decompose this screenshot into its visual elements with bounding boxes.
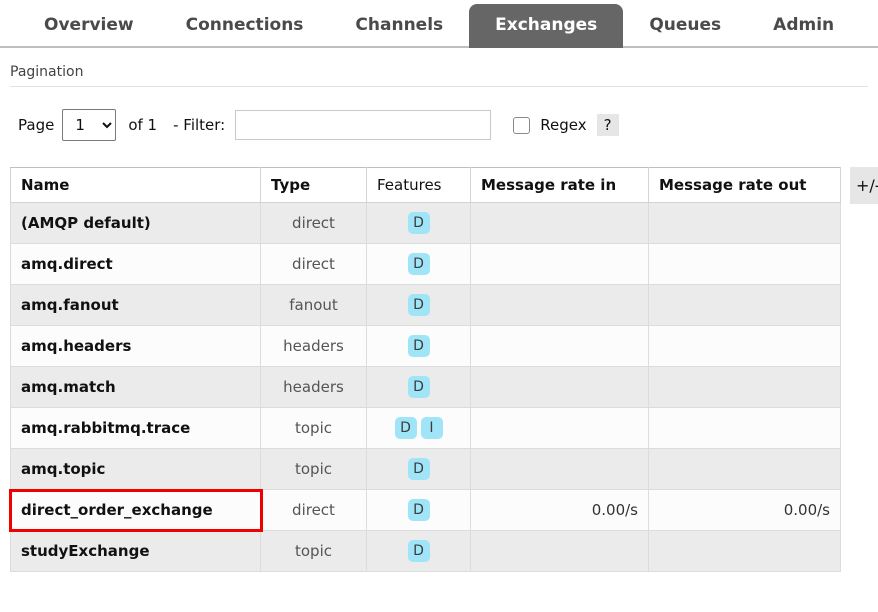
regex-help-icon[interactable]: ? [597,114,619,136]
message-rate-in-value: 0.00/s [471,490,649,531]
exchange-type: direct [261,203,367,244]
message-rate-in-value [471,244,649,285]
exchange-type: headers [261,326,367,367]
message-rate-in-value [471,449,649,490]
exchange-features: D [367,203,471,244]
regex-label: Regex [540,116,586,134]
nav-tab-admin[interactable]: Admin [747,4,860,48]
feature-badge-d[interactable]: D [408,540,430,562]
exchanges-table: NameTypeFeaturesMessage rate inMessage r… [10,167,841,572]
table-row: amq.rabbitmq.tracetopicDI [11,408,841,449]
exchange-name-link[interactable]: amq.headers [11,326,261,367]
regex-checkbox[interactable] [513,117,530,134]
message-rate-out-value [649,449,841,490]
filter-input[interactable] [235,110,491,140]
message-rate-in-value [471,531,649,572]
message-rate-in-value [471,326,649,367]
exchange-features: D [367,531,471,572]
pagination-heading: Pagination [10,48,868,87]
table-row: amq.fanoutfanout D [11,285,841,326]
page-label: Page [18,116,54,134]
exchange-type: headers [261,367,367,408]
filter-controls-row: Page 1 of 1 - Filter: Regex ? [10,87,868,141]
table-head: NameTypeFeaturesMessage rate inMessage r… [11,168,841,203]
exchange-features: D [367,326,471,367]
exchange-features: D [367,244,471,285]
table-row: studyExchangetopic D [11,531,841,572]
message-rate-in-value [471,285,649,326]
message-rate-in-value [471,408,649,449]
column-header-name[interactable]: Name [11,168,261,203]
feature-badge-d[interactable]: D [408,335,430,357]
nav-tab-channels[interactable]: Channels [329,4,469,48]
exchange-features: D [367,449,471,490]
message-rate-out-value [649,244,841,285]
feature-badge-d[interactable]: D [408,212,430,234]
exchange-type: direct [261,490,367,531]
exchange-features: DI [367,408,471,449]
table-row: direct_order_exchangedirect D 0.00/s0.00/s [11,490,841,531]
exchange-name-link[interactable]: (AMQP default) [11,203,261,244]
table-row: amq.headersheaders D [11,326,841,367]
exchange-features: D [367,285,471,326]
exchange-type: fanout [261,285,367,326]
message-rate-out-value [649,367,841,408]
table-row: amq.directdirect D [11,244,841,285]
main-nav-tabbar: OverviewConnectionsChannelsExchangesQueu… [0,0,878,48]
message-rate-out-value [649,326,841,367]
message-rate-out-value [649,408,841,449]
exchange-name-link[interactable]: studyExchange [11,531,261,572]
table-row: (AMQP default)direct D [11,203,841,244]
column-header-message-rate-out[interactable]: Message rate out [649,168,841,203]
exchange-type: topic [261,449,367,490]
feature-badge-d[interactable]: D [395,417,417,439]
exchange-name-link[interactable]: amq.rabbitmq.trace [11,408,261,449]
feature-badge-i[interactable]: I [421,417,443,439]
feature-badge-d[interactable]: D [408,253,430,275]
exchange-features: D [367,490,471,531]
exchange-name-link[interactable]: amq.direct [11,244,261,285]
filter-label: - Filter: [173,116,225,134]
table-row: amq.matchheaders D [11,367,841,408]
page-select[interactable]: 1 [62,109,116,141]
feature-badge-d[interactable]: D [408,376,430,398]
nav-tab-queues[interactable]: Queues [623,4,747,48]
nav-tabs: OverviewConnectionsChannelsExchangesQueu… [0,0,878,48]
exchange-name-link[interactable]: amq.topic [11,449,261,490]
nav-tab-exchanges[interactable]: Exchanges [469,4,623,48]
table-row: amq.topictopic D [11,449,841,490]
nav-tab-overview[interactable]: Overview [18,4,160,48]
column-header-message-rate-in[interactable]: Message rate in [471,168,649,203]
feature-badge-d[interactable]: D [408,499,430,521]
message-rate-out-value [649,531,841,572]
nav-tab-connections[interactable]: Connections [160,4,330,48]
message-rate-out-value [649,285,841,326]
page-total-label: of 1 [128,116,157,134]
exchange-name-link[interactable]: amq.fanout [11,285,261,326]
exchange-type: topic [261,531,367,572]
table-header-row: NameTypeFeaturesMessage rate inMessage r… [11,168,841,203]
feature-badge-d[interactable]: D [408,294,430,316]
exchange-name-link[interactable]: amq.match [11,367,261,408]
column-header-features[interactable]: Features [367,168,471,203]
exchange-features: D [367,367,471,408]
column-header-type[interactable]: Type [261,168,367,203]
exchange-type: topic [261,408,367,449]
exchange-type: direct [261,244,367,285]
message-rate-out-value [649,203,841,244]
message-rate-in-value [471,367,649,408]
pagination-section: Pagination Page 1 of 1 - Filter: Regex ? [0,48,878,141]
message-rate-in-value [471,203,649,244]
column-toggle-button[interactable]: +/- [850,167,878,204]
exchanges-table-container: NameTypeFeaturesMessage rate inMessage r… [10,167,878,572]
exchange-name-link[interactable]: direct_order_exchange [11,490,261,531]
table-body: (AMQP default)directDamq.directdirectDam… [11,203,841,572]
message-rate-out-value: 0.00/s [649,490,841,531]
feature-badge-d[interactable]: D [408,458,430,480]
